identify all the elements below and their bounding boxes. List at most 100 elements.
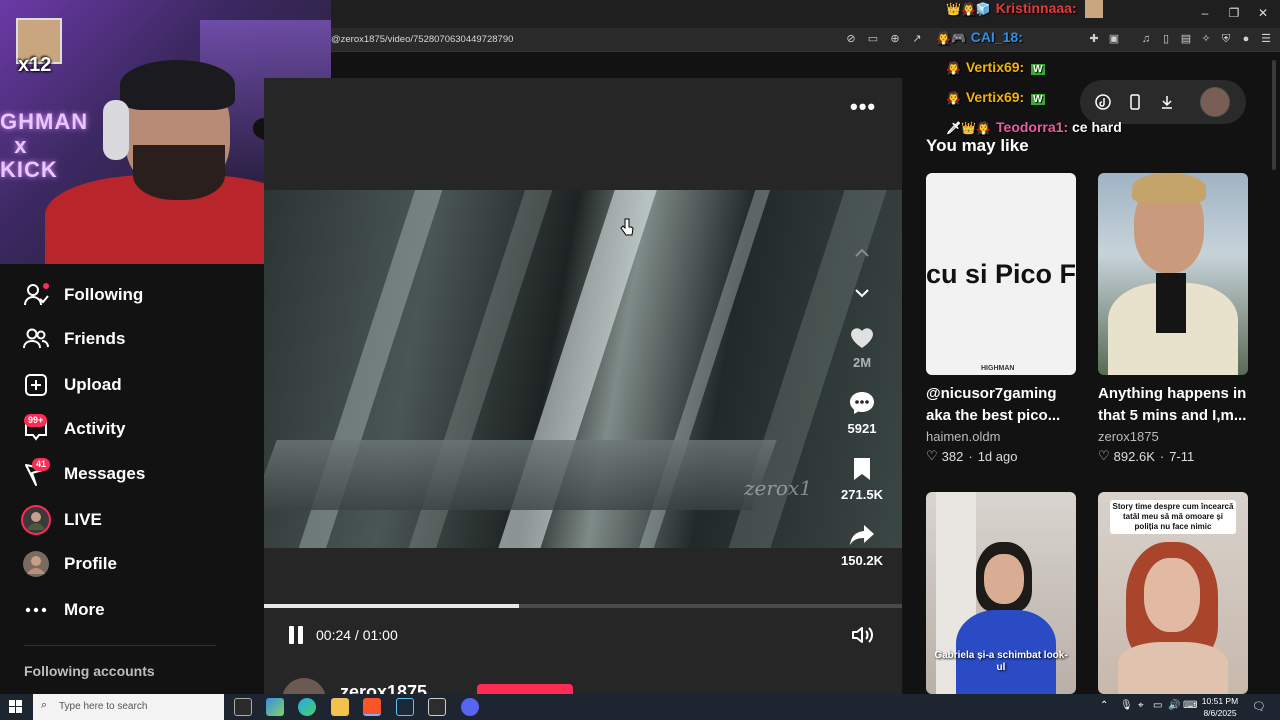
video-player[interactable]: zerox1 <box>264 190 902 548</box>
sidebar-item-label: Messages <box>64 464 146 483</box>
upload-icon <box>20 369 52 401</box>
following-accounts-heading: Following accounts <box>24 663 155 679</box>
chat-username: CAI_18: <box>970 29 1023 45</box>
video-thumbnail[interactable]: cu si Pico F HIGHMAN <box>926 173 1076 375</box>
tiktok-icon[interactable] <box>1095 94 1111 110</box>
video-thumbnail[interactable] <box>1098 173 1248 375</box>
screenshot-icon[interactable]: ▣ <box>1107 32 1121 46</box>
more-options-icon[interactable]: ••• <box>850 94 876 120</box>
hand-cursor-icon <box>620 218 634 241</box>
copilot-icon[interactable] <box>266 698 284 716</box>
windows-start-icon[interactable] <box>9 700 22 713</box>
speaker-icon[interactable]: 🔊 <box>1168 700 1180 711</box>
sidebar-item-label: More <box>64 600 105 619</box>
video-thumbnail[interactable]: Story time despre cum încearcă tatăl meu… <box>1098 492 1248 694</box>
thumbnail-caption: cu si Pico F <box>926 259 1076 289</box>
chat-username: Vertix69: <box>965 89 1025 105</box>
restore-icon[interactable]: ❐ <box>1224 6 1244 20</box>
progress-bar[interactable] <box>264 604 902 608</box>
shield-icon[interactable]: ⛨ <box>1219 32 1233 46</box>
comment-count: 5921 <box>847 421 877 436</box>
share-button[interactable]: 150.2K <box>838 521 886 568</box>
card-author[interactable]: zerox1875 <box>1098 429 1248 444</box>
bookmark-icon <box>848 455 876 483</box>
volume-icon[interactable] <box>851 625 875 645</box>
location-icon[interactable]: ⌖ <box>1138 700 1144 711</box>
friends-icon <box>20 323 52 355</box>
leo-icon[interactable]: ✧ <box>1199 32 1213 46</box>
minimize-icon[interactable]: – <box>1195 6 1215 20</box>
sidebar-item-messages[interactable]: 41 Messages <box>20 458 145 490</box>
chat-emote <box>1084 0 1103 19</box>
heart-outline-icon: ♡ <box>1098 448 1110 463</box>
sidebar-item-label: Activity <box>64 419 126 438</box>
file-explorer-icon[interactable] <box>331 698 349 716</box>
microphone-icon[interactable]: 🎙 <box>1120 700 1133 711</box>
progress-fill <box>264 604 520 608</box>
taskbar-clock[interactable]: 10:51 PM 8/6/2025 <box>1196 695 1244 719</box>
sidebar-item-friends[interactable]: Friends <box>20 323 125 355</box>
save-count: 271.5K <box>841 487 883 502</box>
recommended-video-card[interactable]: cu si Pico F HIGHMAN @nicusor7gaming aka… <box>926 173 1076 464</box>
pause-button[interactable] <box>287 626 305 644</box>
taskbar-search[interactable]: ⌕ Type here to search <box>33 694 224 720</box>
you-may-like-heading: You may like <box>926 136 1029 155</box>
tray-chevron-icon[interactable]: ⌃ <box>1100 700 1108 711</box>
recommended-video-card[interactable]: Anything happens in that 5 mins and I,m.… <box>1098 173 1248 464</box>
card-title[interactable]: Anything happens in that 5 mins and I,m.… <box>1098 383 1250 427</box>
wallet-icon[interactable]: ▤ <box>1179 32 1193 46</box>
screen: – ❐ ✕ @zerox1875/video/75280706304497287… <box>0 0 1280 720</box>
discord-icon[interactable] <box>461 698 479 716</box>
edge-icon[interactable] <box>298 698 316 716</box>
sidebar-item-more[interactable]: More <box>20 594 105 626</box>
chat-username: Kristinnaaa: <box>995 0 1077 16</box>
brave-icon[interactable] <box>363 698 381 716</box>
no-tracking-icon[interactable]: ⊘ <box>844 32 858 46</box>
previous-video-icon[interactable] <box>853 244 871 262</box>
recommended-video-card[interactable]: Gabriela și-a schimbat look-ul <box>926 492 1076 694</box>
sidebar-item-label: Upload <box>64 375 122 394</box>
chat-badges: 🗡👑🧛 <box>946 121 992 135</box>
messages-icon: 41 <box>20 458 52 490</box>
notifications-icon[interactable]: 🗨 <box>1252 700 1266 713</box>
terminal-icon[interactable] <box>428 698 446 716</box>
vpn-icon[interactable]: ● <box>1239 32 1253 46</box>
recommended-video-card[interactable]: Story time despre cum încearcă tatăl meu… <box>1098 492 1248 694</box>
extensions-icon[interactable]: ✚ <box>1087 32 1101 46</box>
user-avatar[interactable] <box>1200 87 1230 117</box>
sidebar-item-upload[interactable]: Upload <box>20 369 122 401</box>
next-video-icon[interactable] <box>853 284 871 302</box>
chat-badges: 🧛 <box>946 61 961 75</box>
network-icon[interactable]: ▭ <box>1153 700 1162 711</box>
chat-badges: 🧛🎮 <box>936 31 966 45</box>
steam-icon[interactable] <box>396 698 414 716</box>
like-button[interactable]: 2M <box>838 323 886 370</box>
share-icon[interactable]: ↗ <box>910 32 924 46</box>
comment-button[interactable]: 5921 <box>838 389 886 436</box>
sidebar-item-following[interactable]: Following <box>20 279 143 311</box>
phone-icon[interactable] <box>1127 94 1143 110</box>
scrollbar[interactable] <box>1272 60 1276 170</box>
dot-separator: · <box>968 448 973 464</box>
sidebar-item-label: Profile <box>64 554 117 573</box>
media-icon[interactable]: ♫ <box>1139 32 1153 46</box>
task-view-icon[interactable] <box>234 698 252 716</box>
card-stats: ♡ 382 · 1d ago <box>926 448 1076 464</box>
sidebar-item-activity[interactable]: 99+ Activity <box>20 413 125 445</box>
sidebar-item-profile[interactable]: Profile <box>20 548 117 580</box>
video-thumbnail[interactable]: Gabriela și-a schimbat look-ul <box>926 492 1076 694</box>
close-icon[interactable]: ✕ <box>1253 6 1273 20</box>
download-icon[interactable] <box>1159 94 1175 110</box>
video-time: 00:24 / 01:00 <box>316 627 398 643</box>
card-title[interactable]: @nicusor7gaming aka the best pico... <box>926 383 1078 427</box>
heart-icon <box>848 323 876 351</box>
save-button[interactable]: 271.5K <box>838 455 886 502</box>
sidebar-item-live[interactable]: LIVE <box>20 504 102 536</box>
chat-message-text: W <box>1031 64 1045 75</box>
zoom-icon[interactable]: ⊕ <box>888 32 902 46</box>
reader-icon[interactable]: ▭ <box>866 32 880 46</box>
menu-icon[interactable]: ☰ <box>1259 32 1273 46</box>
url-text[interactable]: @zerox1875/video/7528070630449728790 <box>331 34 513 45</box>
sidebar-icon[interactable]: ▯ <box>1159 32 1173 46</box>
card-author[interactable]: haimen.oldm <box>926 429 1076 444</box>
